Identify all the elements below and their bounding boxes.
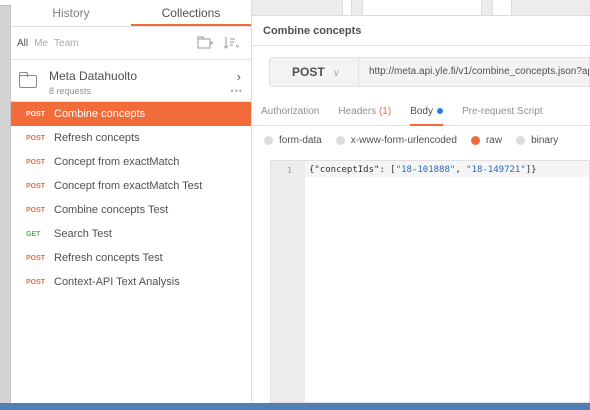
radio-label: binary xyxy=(531,135,559,146)
request-tab[interactable] xyxy=(362,0,482,16)
request-subtabs: Authorization Headers (1) Body Pre-reque… xyxy=(252,98,590,126)
request-name: Refresh concepts xyxy=(54,132,140,144)
sidebar: History Collections All Me Team Meta Dat… xyxy=(11,0,252,403)
radio-label: form-data xyxy=(279,135,322,146)
line-gutter: 1 xyxy=(271,161,305,402)
radio-label: x-www-form-urlencoded xyxy=(350,135,457,146)
radio-raw[interactable]: raw xyxy=(470,135,503,146)
request-title: Combine concepts xyxy=(252,16,590,46)
method-badge: POST xyxy=(26,110,46,118)
method-badge: POST xyxy=(26,182,46,190)
request-list: POST Combine concepts POST Refresh concept… xyxy=(11,102,251,294)
code-end: ]} xyxy=(525,165,537,175)
request-name: Refresh concepts Test xyxy=(54,252,163,264)
collection-count: 8 requests xyxy=(49,86,92,96)
code-string: "18-149721" xyxy=(466,165,526,175)
request-name: Context-API Text Analysis xyxy=(54,276,180,288)
url-input[interactable]: http://meta.api.yle.fi/v1/combine_concep… xyxy=(359,57,590,87)
tab-collections[interactable]: Collections xyxy=(131,0,251,26)
request-item[interactable]: POST Concept from exactMatch xyxy=(11,150,251,174)
filter-team[interactable]: Team xyxy=(54,38,78,49)
request-panel: Combine concepts POST ∨ http://meta.api.y… xyxy=(252,0,590,403)
tab-headers-label: Headers xyxy=(338,105,377,117)
radio-button[interactable] xyxy=(470,136,480,145)
taskbar-edge xyxy=(0,403,590,410)
sidebar-tabs: History Collections xyxy=(11,0,251,27)
method-badge: POST xyxy=(26,206,46,214)
request-name: Combine concepts Test xyxy=(54,204,169,216)
body-modified-dot xyxy=(437,107,443,114)
filter-me[interactable]: Me xyxy=(34,38,48,49)
window-edge xyxy=(0,0,11,410)
headers-count: (1) xyxy=(378,105,392,117)
radio-button[interactable] xyxy=(516,136,526,145)
new-collection-icon[interactable] xyxy=(197,36,213,52)
request-name: Search Test xyxy=(54,228,112,240)
method-value: POST xyxy=(292,65,325,79)
request-name: Combine concepts xyxy=(54,108,146,120)
method-badge: GET xyxy=(26,230,41,238)
code-string: "18-101888" xyxy=(395,165,456,175)
more-icon[interactable]: ••• xyxy=(231,86,243,96)
request-item[interactable]: GET Search Test xyxy=(11,222,251,246)
tab-prerequest-script[interactable]: Pre-request Script xyxy=(462,98,543,126)
url-row: POST ∨ http://meta.api.yle.fi/v1/combine_… xyxy=(252,46,590,98)
request-item[interactable]: POST Combine concepts Test xyxy=(11,198,251,222)
radio-button[interactable] xyxy=(335,136,345,145)
folder-icon xyxy=(18,72,37,88)
method-badge: POST xyxy=(26,254,46,262)
request-item[interactable]: POST Concept from exactMatch Test xyxy=(11,174,251,198)
tab-body-label: Body xyxy=(410,105,433,117)
method-badge: POST xyxy=(26,134,46,142)
body-type-options: form-data x-www-form-urlencoded raw bina… xyxy=(252,126,590,155)
request-tab[interactable] xyxy=(342,0,352,16)
collection-item[interactable]: Meta Datahuolto 8 requests › ••• xyxy=(11,60,251,102)
request-tab[interactable] xyxy=(492,0,512,16)
collection-name: Meta Datahuolto xyxy=(49,69,138,83)
request-name: Concept from exactMatch Test xyxy=(54,180,203,192)
method-select[interactable]: POST ∨ xyxy=(269,57,359,87)
request-name: Concept from exactMatch xyxy=(54,156,180,168)
code-key: {"conceptIds": [ xyxy=(309,165,396,175)
filter-bar: All Me Team xyxy=(11,27,251,60)
radio-urlencoded[interactable]: x-www-form-urlencoded xyxy=(335,135,457,146)
tab-body[interactable]: Body xyxy=(410,98,443,126)
method-badge: POST xyxy=(26,158,46,166)
sort-icon[interactable] xyxy=(223,36,240,52)
request-item[interactable]: POST Combine concepts xyxy=(11,102,251,126)
tab-headers[interactable]: Headers (1) xyxy=(338,98,391,126)
request-item[interactable]: POST Context-API Text Analysis xyxy=(11,270,251,294)
chevron-right-icon[interactable]: › xyxy=(237,69,241,84)
tab-authorization[interactable]: Authorization xyxy=(261,98,319,126)
filter-all[interactable]: All xyxy=(17,38,28,49)
radio-form-data[interactable]: form-data xyxy=(264,135,322,146)
request-item[interactable]: POST Refresh concepts Test xyxy=(11,246,251,270)
code-text[interactable]: {"conceptIds": ["18-101888", "18-149721"… xyxy=(309,165,537,175)
radio-label: raw xyxy=(485,135,503,146)
method-badge: POST xyxy=(26,278,46,286)
radio-binary[interactable]: binary xyxy=(516,135,558,146)
tab-history[interactable]: History xyxy=(11,0,131,26)
request-tab-strip xyxy=(252,0,590,16)
body-editor[interactable]: 1 {"conceptIds": ["18-101888", "18-14972… xyxy=(270,160,590,403)
radio-button[interactable] xyxy=(264,136,273,145)
chevron-down-icon: ∨ xyxy=(332,68,340,79)
code-separator: , xyxy=(455,165,467,175)
request-item[interactable]: POST Refresh concepts xyxy=(11,126,251,150)
